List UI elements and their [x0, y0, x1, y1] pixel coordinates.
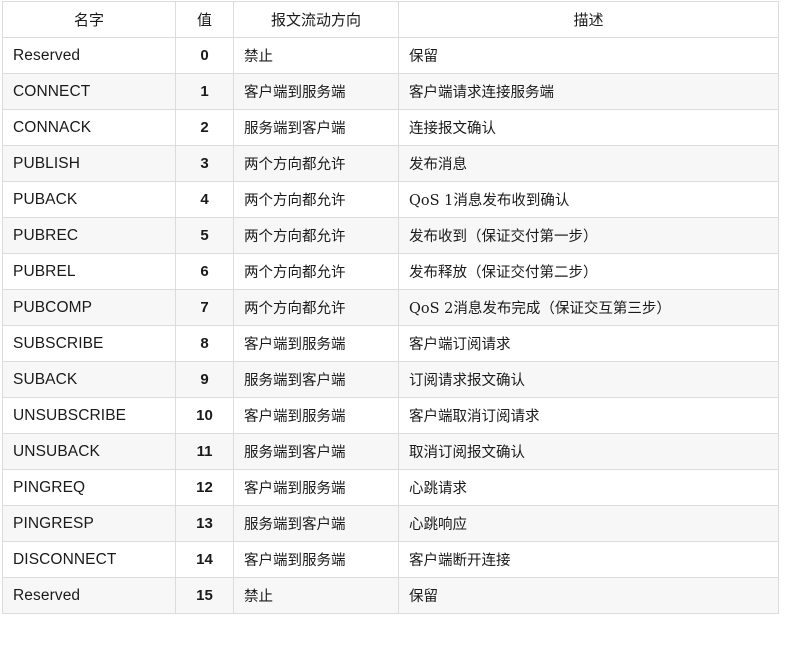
cell-packet-direction: 禁止: [233, 577, 399, 614]
table-row: DISCONNECT 14 客户端到服务端 客户端断开连接: [2, 541, 779, 578]
cell-packet-description: 发布收到（保证交付第一步）: [398, 217, 779, 254]
cell-packet-direction: 两个方向都允许: [233, 289, 399, 326]
cell-packet-description: 客户端断开连接: [398, 541, 779, 578]
cell-packet-value: 5: [175, 217, 234, 254]
table-row: PUBREL 6 两个方向都允许 发布释放（保证交付第二步）: [2, 253, 779, 290]
cell-packet-value: 10: [175, 397, 234, 434]
cell-packet-direction: 两个方向都允许: [233, 181, 399, 218]
cell-packet-description: 客户端请求连接服务端: [398, 73, 779, 110]
cell-packet-description: 连接报文确认: [398, 109, 779, 146]
table-row: SUBACK 9 服务端到客户端 订阅请求报文确认: [2, 361, 779, 398]
cell-packet-direction: 客户端到服务端: [233, 73, 399, 110]
table-header: 名字 值 报文流动方向 描述: [2, 1, 779, 38]
column-header-value: 值: [175, 1, 234, 38]
control-packet-type-table-container: 名字 值 报文流动方向 描述 Reserved 0 禁止 保留 CONNECT 1 客户端到…: [2, 1, 779, 614]
table-row: PUBACK 4 两个方向都允许 QoS 1消息发布收到确认: [2, 181, 779, 218]
cell-packet-name: PINGRESP: [2, 505, 176, 542]
column-header-description: 描述: [398, 1, 779, 38]
cell-packet-value: 9: [175, 361, 234, 398]
cell-packet-direction: 服务端到客户端: [233, 433, 399, 470]
table-body: Reserved 0 禁止 保留 CONNECT 1 客户端到服务端 客户端请求连接服务端 CO…: [2, 37, 779, 614]
cell-packet-value: 11: [175, 433, 234, 470]
cell-packet-direction: 服务端到客户端: [233, 361, 399, 398]
table-row: Reserved 15 禁止 保留: [2, 577, 779, 614]
cell-packet-name: SUBACK: [2, 361, 176, 398]
cell-packet-direction: 客户端到服务端: [233, 325, 399, 362]
cell-packet-description: QoS 1消息发布收到确认: [398, 181, 779, 218]
cell-packet-direction: 服务端到客户端: [233, 505, 399, 542]
cell-packet-name: SUBSCRIBE: [2, 325, 176, 362]
cell-packet-direction: 两个方向都允许: [233, 253, 399, 290]
cell-packet-name: UNSUBSCRIBE: [2, 397, 176, 434]
cell-packet-direction: 客户端到服务端: [233, 397, 399, 434]
cell-packet-name: PUBLISH: [2, 145, 176, 182]
cell-packet-name: PUBCOMP: [2, 289, 176, 326]
cell-packet-description: QoS 2消息发布完成（保证交互第三步）: [398, 289, 779, 326]
table-row: CONNACK 2 服务端到客户端 连接报文确认: [2, 109, 779, 146]
table-row: CONNECT 1 客户端到服务端 客户端请求连接服务端: [2, 73, 779, 110]
cell-packet-value: 1: [175, 73, 234, 110]
table-row: PINGREQ 12 客户端到服务端 心跳请求: [2, 469, 779, 506]
cell-packet-direction: 客户端到服务端: [233, 541, 399, 578]
cell-packet-name: PUBACK: [2, 181, 176, 218]
cell-packet-value: 12: [175, 469, 234, 506]
cell-packet-value: 3: [175, 145, 234, 182]
cell-packet-description: 心跳请求: [398, 469, 779, 506]
cell-packet-name: Reserved: [2, 577, 176, 614]
table-row: PUBCOMP 7 两个方向都允许 QoS 2消息发布完成（保证交互第三步）: [2, 289, 779, 326]
cell-packet-description: 发布消息: [398, 145, 779, 182]
cell-packet-description: 客户端取消订阅请求: [398, 397, 779, 434]
cell-packet-value: 4: [175, 181, 234, 218]
cell-packet-direction: 两个方向都允许: [233, 145, 399, 182]
cell-packet-name: PINGREQ: [2, 469, 176, 506]
table-row: PUBLISH 3 两个方向都允许 发布消息: [2, 145, 779, 182]
cell-packet-direction: 禁止: [233, 37, 399, 74]
cell-packet-description: 客户端订阅请求: [398, 325, 779, 362]
cell-packet-value: 8: [175, 325, 234, 362]
cell-packet-name: Reserved: [2, 37, 176, 74]
cell-packet-name: DISCONNECT: [2, 541, 176, 578]
table-row: UNSUBACK 11 服务端到客户端 取消订阅报文确认: [2, 433, 779, 470]
cell-packet-name: CONNECT: [2, 73, 176, 110]
cell-packet-description: 保留: [398, 37, 779, 74]
column-header-name: 名字: [2, 1, 176, 38]
cell-packet-value: 13: [175, 505, 234, 542]
cell-packet-value: 2: [175, 109, 234, 146]
column-header-direction: 报文流动方向: [233, 1, 399, 38]
cell-packet-value: 14: [175, 541, 234, 578]
cell-packet-description: 订阅请求报文确认: [398, 361, 779, 398]
cell-packet-direction: 客户端到服务端: [233, 469, 399, 506]
cell-packet-name: PUBREC: [2, 217, 176, 254]
cell-packet-description: 取消订阅报文确认: [398, 433, 779, 470]
cell-packet-value: 6: [175, 253, 234, 290]
cell-packet-name: UNSUBACK: [2, 433, 176, 470]
cell-packet-direction: 两个方向都允许: [233, 217, 399, 254]
cell-packet-value: 15: [175, 577, 234, 614]
table-row: PUBREC 5 两个方向都允许 发布收到（保证交付第一步）: [2, 217, 779, 254]
cell-packet-description: 保留: [398, 577, 779, 614]
table-row: PINGRESP 13 服务端到客户端 心跳响应: [2, 505, 779, 542]
table-row: SUBSCRIBE 8 客户端到服务端 客户端订阅请求: [2, 325, 779, 362]
cell-packet-name: PUBREL: [2, 253, 176, 290]
cell-packet-description: 心跳响应: [398, 505, 779, 542]
table-row: Reserved 0 禁止 保留: [2, 37, 779, 74]
cell-packet-value: 7: [175, 289, 234, 326]
cell-packet-value: 0: [175, 37, 234, 74]
cell-packet-direction: 服务端到客户端: [233, 109, 399, 146]
cell-packet-name: CONNACK: [2, 109, 176, 146]
table-row: UNSUBSCRIBE 10 客户端到服务端 客户端取消订阅请求: [2, 397, 779, 434]
control-packet-type-table: 名字 值 报文流动方向 描述 Reserved 0 禁止 保留 CONNECT 1 客户端到…: [2, 1, 779, 614]
cell-packet-description: 发布释放（保证交付第二步）: [398, 253, 779, 290]
table-header-row: 名字 值 报文流动方向 描述: [2, 1, 779, 38]
